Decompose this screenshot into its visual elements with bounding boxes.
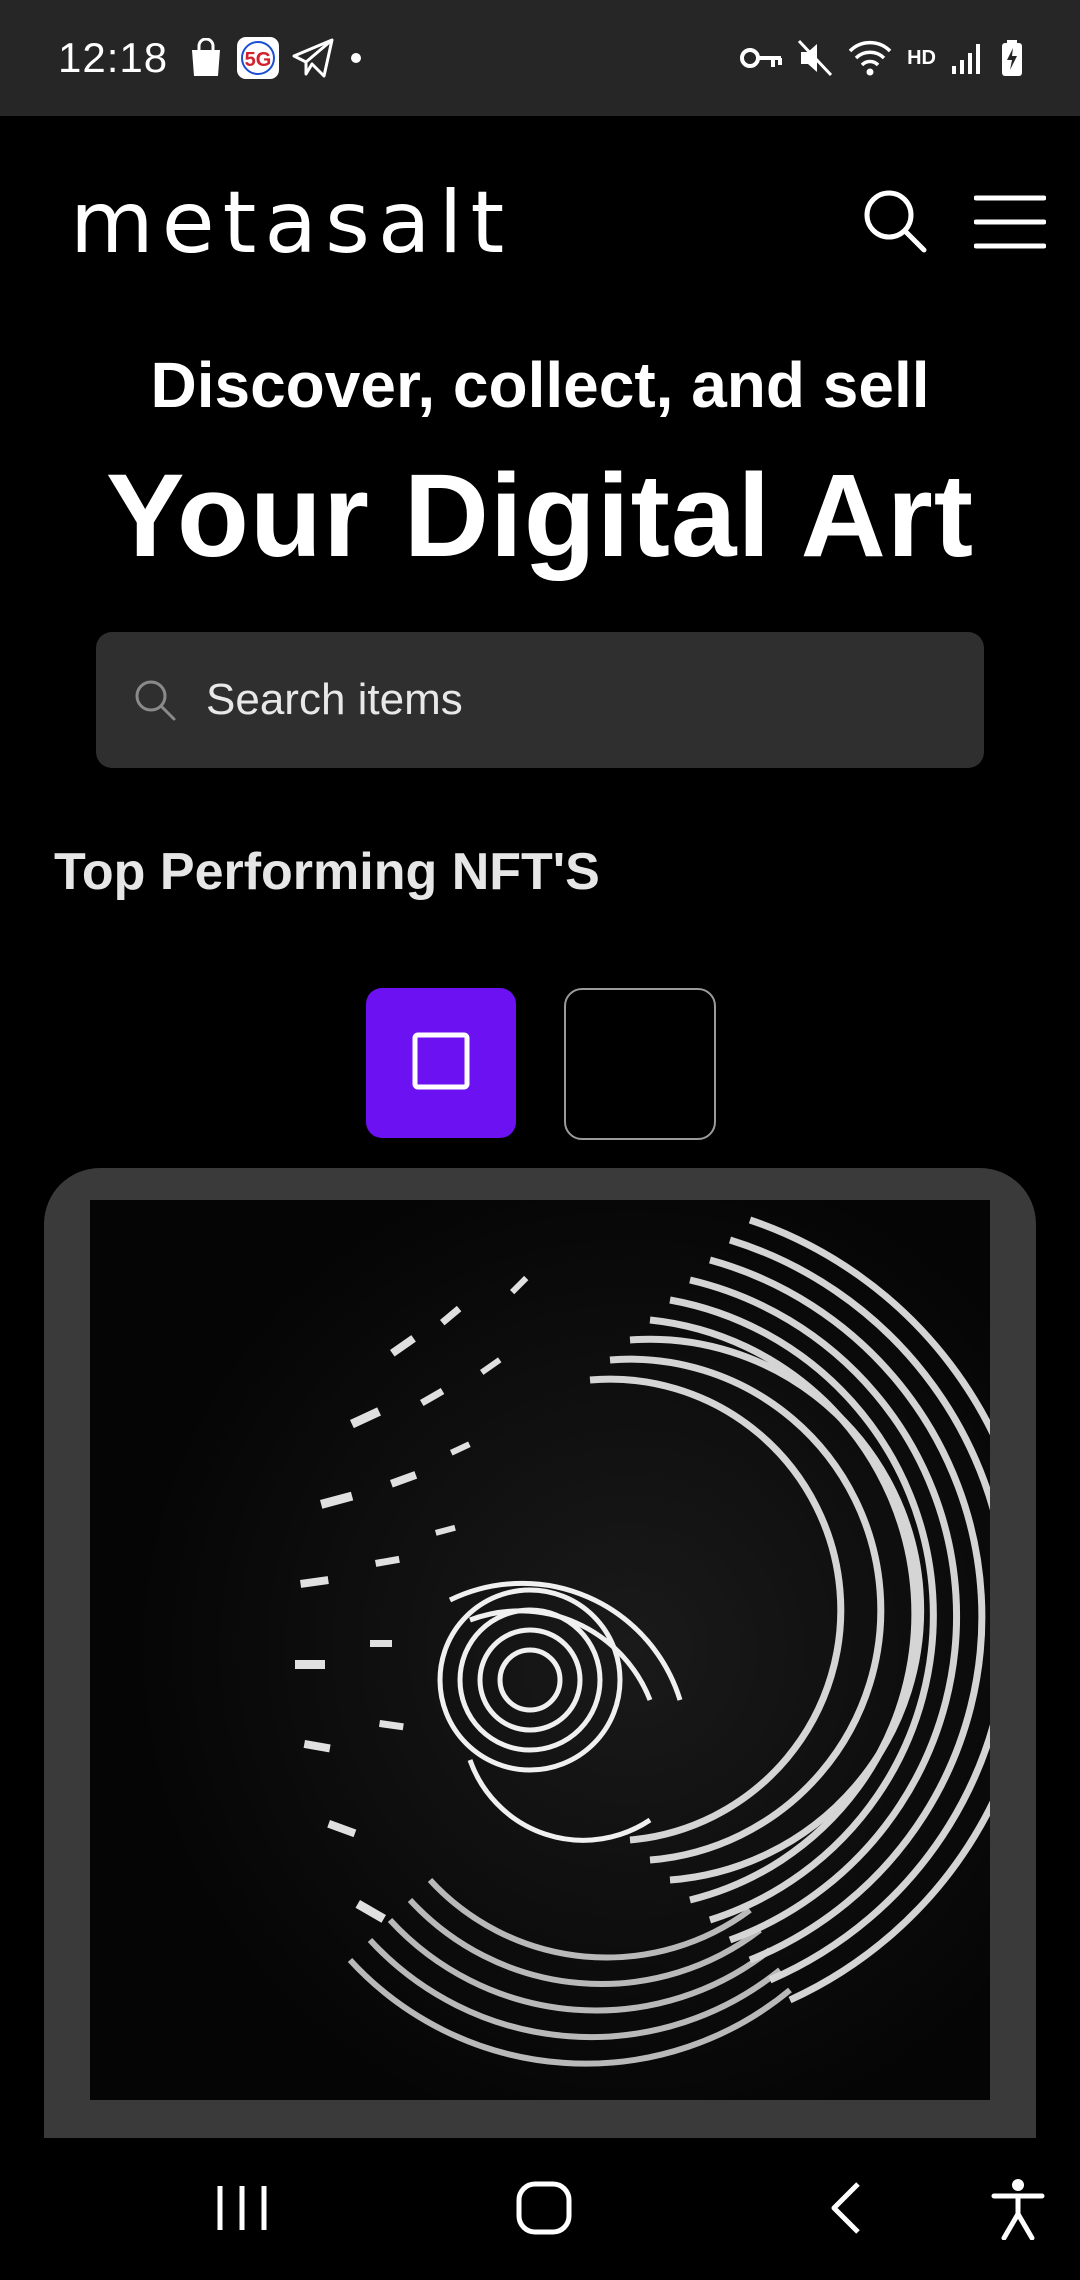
battery-charging-icon (1000, 39, 1024, 77)
nft-artwork-image[interactable] (90, 1200, 990, 2100)
hero-subtitle: Discover, collect, and sell (150, 349, 930, 421)
search-bar[interactable] (96, 632, 984, 768)
status-time: 12:18 (58, 34, 169, 81)
dot-icon (346, 48, 366, 68)
system-nav-bar (0, 2138, 1080, 2280)
signal-icon (950, 40, 986, 76)
search-input[interactable] (204, 674, 928, 726)
shopping-bag-icon (188, 38, 224, 78)
hamburger-menu-icon[interactable] (973, 194, 1047, 250)
nft-card[interactable] (44, 1168, 1036, 2138)
accessibility-icon[interactable] (990, 2178, 1046, 2245)
section-title: Top Performing NFT'S (54, 843, 600, 901)
nft-artwork-graphic (90, 1200, 990, 2100)
status-left-icons: 5G (188, 36, 366, 80)
hd-icon: HD (907, 46, 936, 69)
site-header: metasalt (0, 116, 1080, 326)
single-view-icon (411, 1031, 471, 1096)
search-icon (132, 677, 178, 723)
hero-title: Your Digital Art (105, 450, 975, 582)
site-logo[interactable]: metasalt (70, 180, 512, 266)
grid-view-toggle[interactable] (564, 988, 716, 1140)
vpn-key-icon (739, 43, 783, 73)
telegram-icon (292, 38, 334, 78)
recent-apps-icon[interactable] (214, 2178, 270, 2243)
single-view-toggle[interactable] (366, 988, 516, 1138)
status-bar: 12:18 5G HD (0, 0, 1080, 116)
mute-icon (797, 39, 833, 77)
search-icon[interactable] (862, 188, 928, 254)
wifi-icon (847, 39, 893, 77)
svg-text:5G: 5G (245, 49, 272, 71)
status-right-icons: HD (739, 39, 1024, 77)
back-icon[interactable] (826, 2178, 866, 2243)
home-icon[interactable] (514, 2178, 574, 2243)
5g-app-icon: 5G (236, 36, 280, 80)
